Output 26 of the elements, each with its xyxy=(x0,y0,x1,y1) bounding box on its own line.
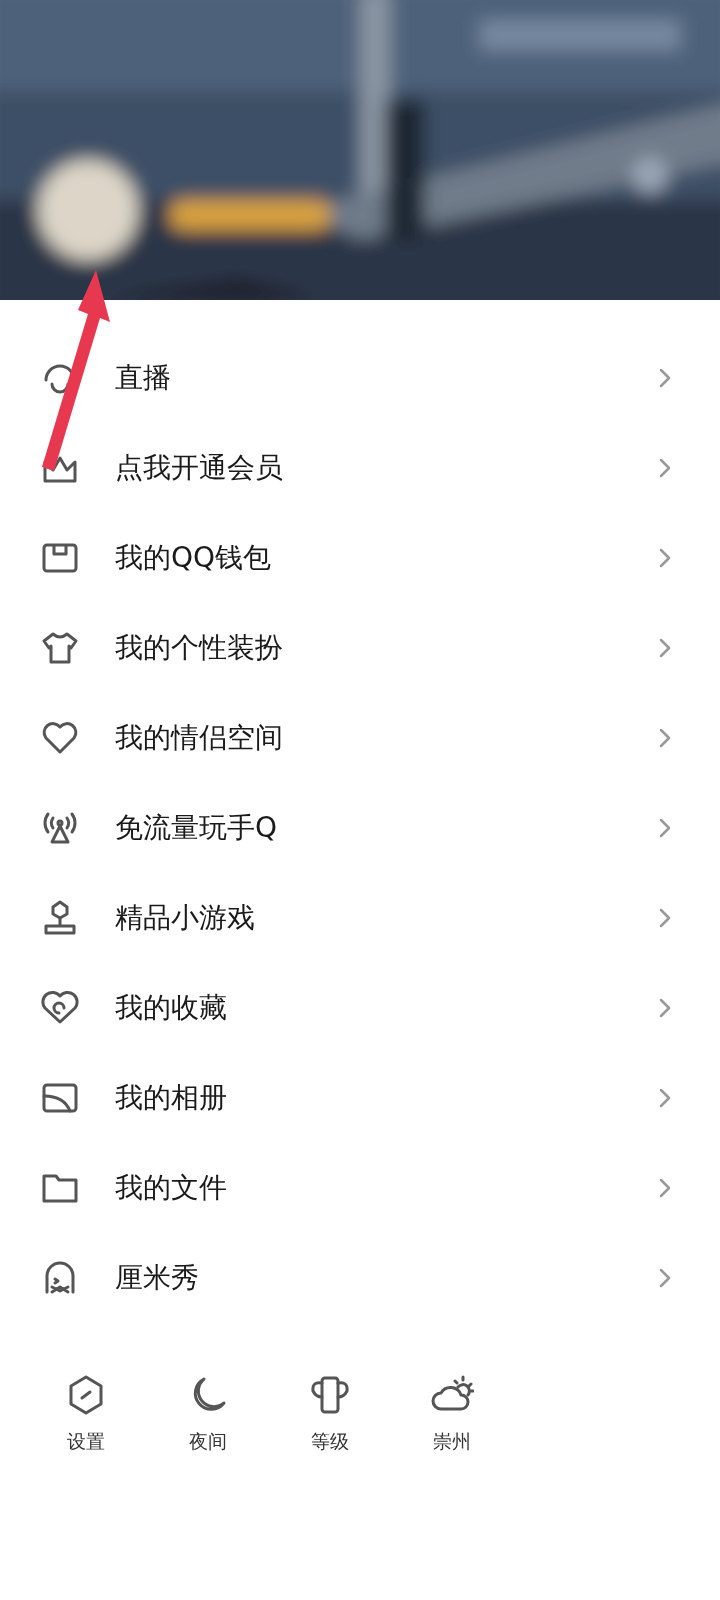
chevron-icon xyxy=(658,637,672,659)
chevron-icon xyxy=(658,1267,672,1289)
chevron-icon xyxy=(658,1087,672,1109)
bar-label[interactable]: 等级 xyxy=(311,1427,349,1456)
chevron-icon xyxy=(658,817,672,839)
menu-item[interactable]: 免流量玩手Q xyxy=(0,783,720,873)
bar-label[interactable]: 夜间 xyxy=(189,1427,227,1456)
chevron-icon xyxy=(658,547,672,569)
menu-item[interactable]: 我的相册 xyxy=(0,1053,720,1143)
menu-item[interactable]: 点我开通会员 xyxy=(0,423,720,513)
menu-item[interactable]: 直播 xyxy=(0,333,720,423)
bar-label[interactable]: 设置 xyxy=(67,1427,105,1456)
chevron-icon xyxy=(658,457,672,479)
menu-item[interactable]: 我的收藏 xyxy=(0,963,720,1053)
menu-item[interactable]: 我的情侣空间 xyxy=(0,693,720,783)
chevron-icon xyxy=(658,727,672,749)
chevron-icon xyxy=(658,1177,672,1199)
chevron-icon xyxy=(658,367,672,389)
menu-item[interactable]: 精品小游戏 xyxy=(0,873,720,963)
chevron-icon xyxy=(658,907,672,929)
menu-item[interactable]: 我的个性装扮 xyxy=(0,603,720,693)
bar-label[interactable]: 崇州 xyxy=(433,1427,471,1456)
chevron-icon xyxy=(658,997,672,1019)
menu-item[interactable]: 我的QQ钱包 xyxy=(0,513,720,603)
menu-item[interactable]: 我的文件 xyxy=(0,1143,720,1233)
menu-item[interactable]: 厘米秀 xyxy=(0,1233,720,1323)
